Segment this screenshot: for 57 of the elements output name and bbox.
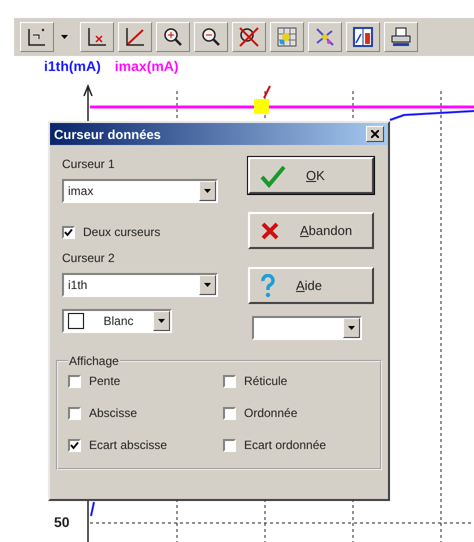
toolbar-button[interactable] — [156, 22, 190, 52]
toolbar-button[interactable] — [270, 22, 304, 52]
color-swatch — [68, 313, 84, 329]
caret-icon — [158, 319, 165, 323]
cross-icon — [260, 220, 280, 240]
checkbox[interactable]: Ordonnée — [223, 406, 370, 420]
checkbox[interactable]: Pente — [68, 374, 223, 388]
toolbar-button[interactable] — [194, 22, 228, 52]
checkbox[interactable]: Abscisse — [68, 406, 223, 420]
checkbox-label: Deux curseurs — [83, 225, 160, 239]
checkmark-icon — [70, 440, 79, 450]
dialog-button[interactable]: OK — [248, 157, 374, 194]
legend-label: imax(mA) — [114, 58, 179, 74]
close-button[interactable] — [366, 126, 384, 142]
close-icon — [371, 130, 379, 138]
color-select[interactable]: Blanc — [62, 309, 172, 333]
caret-icon — [60, 35, 68, 39]
toolbar-button[interactable] — [80, 22, 114, 52]
cursor-select[interactable]: i1th — [62, 273, 218, 297]
cursor-select[interactable]: imax — [62, 179, 218, 203]
caret-icon — [204, 283, 211, 287]
axis-tick-label: 50 — [54, 514, 70, 530]
checkbox[interactable]: Réticule — [223, 374, 370, 388]
legend-label: i1th(mA) — [44, 58, 101, 74]
caret-icon — [348, 326, 355, 330]
series-line — [90, 502, 95, 516]
cursor-marker — [254, 86, 271, 114]
checkbox[interactable]: Ecart ordonnée — [223, 438, 370, 452]
toolbar-button[interactable] — [384, 22, 418, 52]
toolbar-button[interactable] — [20, 22, 54, 52]
field-label: Curseur 2 — [62, 251, 116, 265]
checkmark-icon — [64, 228, 73, 236]
checkbox-label: Ecart ordonnée — [244, 438, 326, 452]
dropdown[interactable] — [252, 316, 362, 340]
checkbox-label: Ecart abscisse — [89, 438, 168, 452]
checkbox-label: Pente — [89, 374, 120, 388]
checkmark-icon — [260, 164, 286, 188]
printer-icon — [389, 25, 413, 49]
toolbar-button[interactable] — [346, 22, 380, 52]
dialog-button[interactable]: Abandon — [248, 212, 374, 249]
crossed-zoom-icon — [237, 25, 261, 49]
field-label: Curseur 1 — [62, 157, 116, 171]
checkbox-label: Réticule — [244, 374, 288, 388]
grid-icon — [275, 25, 299, 49]
checkbox[interactable]: Deux curseurs — [62, 225, 218, 239]
question-mark-icon — [260, 274, 276, 298]
checkbox-label: Abscisse — [89, 406, 138, 420]
toolbar-button[interactable] — [232, 22, 266, 52]
checkbox[interactable]: Ecart abscisse — [68, 438, 223, 452]
group-title: Affichage — [68, 354, 120, 368]
dialog-button[interactable]: Aide — [248, 267, 374, 304]
window-icon — [351, 25, 375, 49]
checkbox-label: Ordonnée — [244, 406, 298, 420]
toolbar-button[interactable] — [118, 22, 152, 52]
toolbar-button[interactable] — [308, 22, 342, 52]
dialog-title: Curseur données — [54, 126, 161, 142]
caret-icon — [204, 189, 211, 193]
